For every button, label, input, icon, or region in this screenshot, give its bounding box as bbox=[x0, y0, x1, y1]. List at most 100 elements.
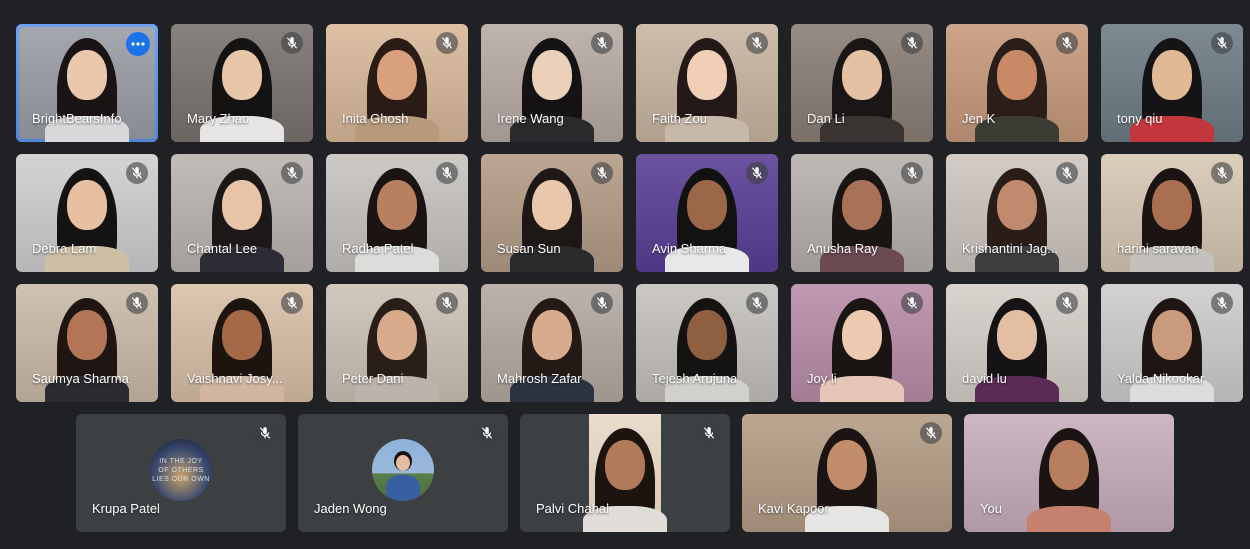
participant-face bbox=[532, 179, 572, 230]
participant-name: tony qiu bbox=[1117, 111, 1163, 126]
participant-face bbox=[1152, 179, 1192, 230]
participant-tile[interactable]: david lu bbox=[946, 284, 1088, 402]
participant-tile[interactable]: Anusha Ray bbox=[791, 154, 933, 272]
participant-name: Mahrosh Zafar bbox=[497, 371, 582, 386]
participant-name: Joy li bbox=[807, 371, 837, 386]
participant-tile[interactable]: Kavi Kapoor bbox=[742, 414, 952, 532]
participant-tile[interactable]: Tejesh Arujuna bbox=[636, 284, 778, 402]
mic-off-icon bbox=[698, 422, 720, 444]
participant-face bbox=[532, 309, 572, 360]
avatar-text: OF OTHERS bbox=[158, 466, 204, 474]
mic-off-icon bbox=[436, 292, 458, 314]
mic-off-icon bbox=[281, 162, 303, 184]
mic-off-icon bbox=[591, 292, 613, 314]
participant-name: Susan Sun bbox=[497, 241, 561, 256]
participant-face bbox=[687, 179, 727, 230]
participant-tile[interactable]: Mary Zhao bbox=[171, 24, 313, 142]
profile-avatar: IN THE JOY OF OTHERS LIES OUR OWN bbox=[150, 439, 212, 501]
participant-face bbox=[222, 49, 262, 100]
participant-face bbox=[1152, 309, 1192, 360]
participant-tile[interactable]: Faith Zou bbox=[636, 24, 778, 142]
participant-face bbox=[1152, 49, 1192, 100]
participant-face bbox=[222, 179, 262, 230]
mic-off-icon bbox=[901, 32, 923, 54]
participant-name: Saumya Sharma bbox=[32, 371, 129, 386]
participant-face bbox=[605, 439, 645, 490]
participant-tile[interactable]: tony qiu bbox=[1101, 24, 1243, 142]
participant-tile[interactable]: You bbox=[964, 414, 1174, 532]
participant-face bbox=[222, 309, 262, 360]
participant-face bbox=[842, 309, 882, 360]
participant-face bbox=[687, 309, 727, 360]
participant-tile[interactable]: Joy li bbox=[791, 284, 933, 402]
mic-off-icon bbox=[281, 32, 303, 54]
mic-off-icon bbox=[126, 162, 148, 184]
participant-tile[interactable]: Irene Wang bbox=[481, 24, 623, 142]
participant-tile[interactable]: Jen K bbox=[946, 24, 1088, 142]
mic-off-icon bbox=[1056, 162, 1078, 184]
participant-name: Peter Dani bbox=[342, 371, 404, 386]
more-options-icon[interactable] bbox=[126, 32, 150, 56]
participant-name: Krupa Patel bbox=[92, 501, 160, 516]
mic-off-icon bbox=[901, 162, 923, 184]
avatar-text: LIES OUR OWN bbox=[152, 475, 210, 483]
participant-tile[interactable]: Chantal Lee bbox=[171, 154, 313, 272]
mic-off-icon bbox=[1056, 292, 1078, 314]
participant-body bbox=[1027, 506, 1111, 532]
participant-tile[interactable]: Vaishnavi Josy... bbox=[171, 284, 313, 402]
participant-face bbox=[997, 49, 1037, 100]
participant-name: BrightBearsInfo bbox=[32, 111, 122, 126]
participant-tile[interactable]: BrightBearsInfo bbox=[16, 24, 158, 142]
participant-name: Faith Zou bbox=[652, 111, 707, 126]
participant-tile[interactable]: Palvi Chahal bbox=[520, 414, 730, 532]
participant-tile[interactable]: Inita Ghosh bbox=[326, 24, 468, 142]
mic-off-icon bbox=[1056, 32, 1078, 54]
participant-name: Krishantini Jag... bbox=[962, 241, 1059, 256]
participant-tile[interactable]: Debra Lam bbox=[16, 154, 158, 272]
mic-off-icon bbox=[591, 32, 613, 54]
mic-off-icon bbox=[281, 292, 303, 314]
participant-name: Kavi Kapoor bbox=[758, 501, 829, 516]
participant-face bbox=[687, 49, 727, 100]
participant-name: Dan Li bbox=[807, 111, 845, 126]
participant-face bbox=[377, 49, 417, 100]
participant-name: Palvi Chahal bbox=[536, 501, 609, 516]
participant-face bbox=[377, 179, 417, 230]
mic-off-icon bbox=[746, 32, 768, 54]
participant-name: Avin Sharma bbox=[652, 241, 727, 256]
participant-name: Tejesh Arujuna bbox=[652, 371, 738, 386]
participant-face bbox=[1049, 439, 1089, 490]
participant-tile[interactable]: Saumya Sharma bbox=[16, 284, 158, 402]
participant-tile[interactable]: Jaden Wong bbox=[298, 414, 508, 532]
mic-off-icon bbox=[901, 292, 923, 314]
participant-tile[interactable]: harini saravan bbox=[1101, 154, 1243, 272]
participant-face bbox=[67, 309, 107, 360]
participant-name: harini saravan bbox=[1117, 241, 1199, 256]
participant-tile[interactable]: Avin Sharma bbox=[636, 154, 778, 272]
participant-tile[interactable]: Susan Sun bbox=[481, 154, 623, 272]
participant-name: You bbox=[980, 501, 1002, 516]
mic-off-icon bbox=[254, 422, 276, 444]
participant-tile[interactable]: Dan Li bbox=[791, 24, 933, 142]
participant-tile[interactable]: Yalda Nikookar bbox=[1101, 284, 1243, 402]
participant-tile[interactable]: Krishantini Jag... bbox=[946, 154, 1088, 272]
mic-off-icon bbox=[746, 162, 768, 184]
participant-name: Vaishnavi Josy... bbox=[187, 371, 283, 386]
mic-off-icon bbox=[591, 162, 613, 184]
mic-off-icon bbox=[1211, 292, 1233, 314]
participant-face bbox=[842, 49, 882, 100]
participant-face bbox=[997, 179, 1037, 230]
participant-name: Jen K bbox=[962, 111, 996, 126]
participant-face bbox=[67, 49, 107, 100]
participant-face bbox=[532, 49, 572, 100]
participant-tile[interactable]: Mahrosh Zafar bbox=[481, 284, 623, 402]
mic-off-icon bbox=[1211, 162, 1233, 184]
avatar-text: IN THE JOY bbox=[159, 457, 203, 465]
participant-tile[interactable]: Radha Patel bbox=[326, 154, 468, 272]
participant-tile[interactable]: IN THE JOY OF OTHERS LIES OUR OWN Krupa Pat… bbox=[76, 414, 286, 532]
mic-off-icon bbox=[746, 292, 768, 314]
participant-name: Radha Patel bbox=[342, 241, 414, 256]
participant-face bbox=[997, 309, 1037, 360]
participant-tile[interactable]: Peter Dani bbox=[326, 284, 468, 402]
mic-off-icon bbox=[476, 422, 498, 444]
